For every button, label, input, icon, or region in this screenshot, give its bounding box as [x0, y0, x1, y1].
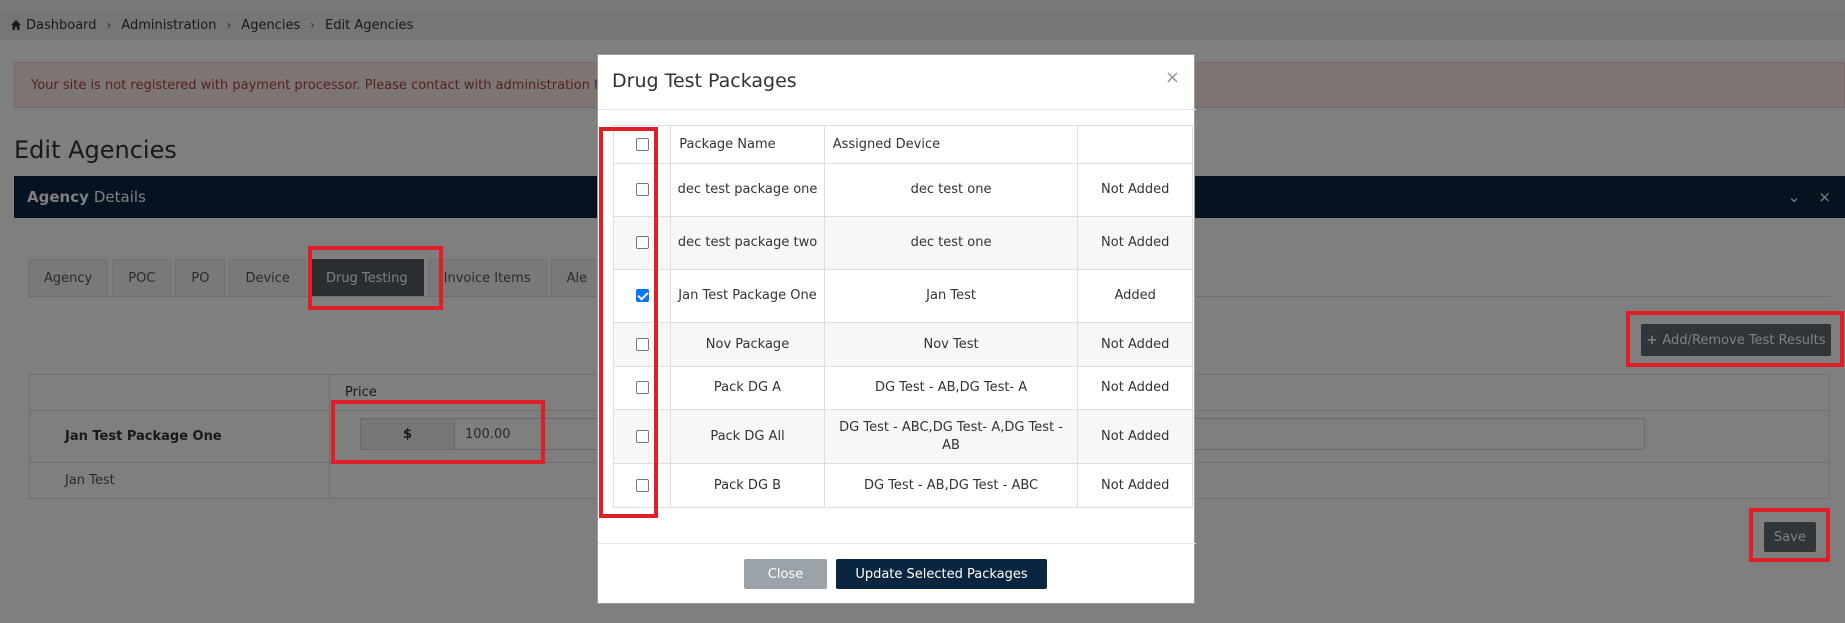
status: Not Added — [1077, 366, 1193, 410]
package-name: dec test package one — [670, 163, 825, 217]
close-icon[interactable]: × — [1165, 67, 1180, 88]
update-selected-packages-button[interactable]: Update Selected Packages — [836, 559, 1047, 589]
header-package-name: Package Name — [670, 125, 825, 164]
status: Added — [1077, 269, 1193, 323]
table-row: dec test package two dec test one Not Ad… — [612, 216, 1193, 270]
table-row: Jan Test Package One Jan Test Added — [612, 269, 1193, 323]
packages-table: Package Name Assigned Device dec test pa… — [612, 125, 1193, 508]
status: Not Added — [1077, 463, 1193, 508]
assigned-device: DG Test - AB,DG Test - ABC — [823, 463, 1079, 508]
package-name: dec test package two — [670, 216, 825, 270]
assigned-device: dec test one — [823, 163, 1079, 217]
status: Not Added — [1077, 409, 1193, 464]
annotation-box — [331, 400, 545, 464]
annotation-box — [1749, 508, 1830, 562]
package-name: Pack DG A — [670, 366, 825, 410]
status: Not Added — [1077, 216, 1193, 270]
table-row: Pack DG B DG Test - AB,DG Test - ABC Not… — [612, 463, 1193, 508]
assigned-device: dec test one — [823, 216, 1079, 270]
annotation-box — [1626, 311, 1844, 367]
header-assigned-device: Assigned Device — [823, 125, 1079, 164]
modal-title: Drug Test Packages — [612, 70, 797, 92]
status: Not Added — [1077, 163, 1193, 217]
modal-footer-divider — [598, 543, 1196, 544]
package-name: Pack DG All — [670, 409, 825, 464]
header-status — [1077, 125, 1193, 164]
table-row: Pack DG All DG Test - ABC,DG Test- A,DG … — [612, 409, 1193, 464]
close-button[interactable]: Close — [744, 559, 827, 589]
package-name: Pack DG B — [670, 463, 825, 508]
drug-test-packages-modal: Drug Test Packages × Package Name Assign… — [597, 54, 1196, 604]
status: Not Added — [1077, 322, 1193, 367]
table-row: dec test package one dec test one Not Ad… — [612, 163, 1193, 217]
assigned-device: DG Test - AB,DG Test- A — [823, 366, 1079, 410]
table-header-row: Package Name Assigned Device — [612, 125, 1193, 164]
package-name: Jan Test Package One — [670, 269, 825, 323]
package-name: Nov Package — [670, 322, 825, 367]
annotation-box — [599, 127, 658, 518]
table-row: Pack DG A DG Test - AB,DG Test- A Not Ad… — [612, 366, 1193, 410]
table-row: Nov Package Nov Test Not Added — [612, 322, 1193, 367]
assigned-device: Nov Test — [823, 322, 1079, 367]
modal-divider — [598, 109, 1196, 110]
annotation-box — [308, 246, 443, 310]
assigned-device: DG Test - ABC,DG Test- A,DG Test - AB — [823, 409, 1079, 464]
assigned-device: Jan Test — [823, 269, 1079, 323]
